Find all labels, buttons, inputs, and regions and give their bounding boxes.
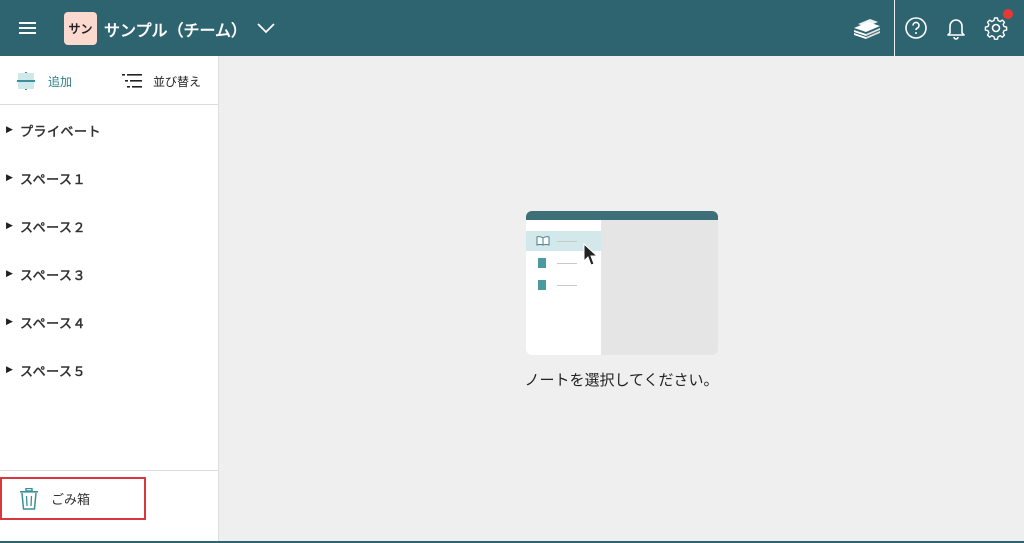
tree-item-label: スペース１ bbox=[20, 172, 86, 188]
main-content: ノートを選択してください。 bbox=[219, 56, 1024, 543]
empty-state-illustration bbox=[526, 211, 718, 355]
add-button[interactable]: 追加 bbox=[16, 70, 72, 92]
expand-arrow-icon[interactable]: ▶ bbox=[6, 221, 20, 231]
hamburger-menu-icon[interactable] bbox=[16, 16, 40, 40]
tree-item-space-3[interactable]: ▶ スペース３ bbox=[0, 250, 218, 298]
top-bar: サン サンプル（チーム） bbox=[0, 0, 1024, 56]
team-name[interactable]: サンプル（チーム） bbox=[104, 17, 247, 41]
tree-item-label: スペース４ bbox=[20, 316, 86, 332]
sidebar-actions: 追加 並び替え bbox=[0, 56, 218, 105]
expand-arrow-icon[interactable]: ▶ bbox=[6, 269, 20, 279]
expand-arrow-icon[interactable]: ▶ bbox=[6, 173, 20, 183]
open-book-icon bbox=[536, 236, 550, 246]
plus-icon bbox=[16, 71, 36, 91]
empty-state-message: ノートを選択してください。 bbox=[524, 371, 719, 389]
gear-icon[interactable] bbox=[984, 15, 1008, 41]
tree-item-space-2[interactable]: ▶ スペース２ bbox=[0, 202, 218, 250]
notification-dot bbox=[1003, 9, 1013, 19]
sidebar: 追加 並び替え ▶ プライベート ▶ スペース１ ▶ スペース２ ▶ スペース３… bbox=[0, 56, 219, 543]
trash-label: ごみ箱 bbox=[51, 493, 91, 508]
add-label: 追加 bbox=[48, 74, 73, 89]
trash-button[interactable]: ごみ箱 bbox=[0, 477, 146, 520]
tree-item-space-1[interactable]: ▶ スペース１ bbox=[0, 154, 218, 202]
expand-arrow-icon[interactable]: ▶ bbox=[6, 317, 20, 327]
trash-icon bbox=[20, 487, 38, 510]
tree-item-private[interactable]: ▶ プライベート bbox=[0, 106, 218, 154]
tree-item-space-4[interactable]: ▶ スペース４ bbox=[0, 298, 218, 346]
space-tree: ▶ プライベート ▶ スペース１ ▶ スペース２ ▶ スペース３ ▶ スペース４… bbox=[0, 106, 218, 394]
cursor-icon bbox=[583, 243, 599, 266]
trash-area: ごみ箱 bbox=[0, 470, 218, 543]
tree-item-label: スペース３ bbox=[20, 268, 86, 284]
bell-icon[interactable] bbox=[945, 16, 967, 40]
help-circle-icon[interactable] bbox=[904, 16, 928, 40]
expand-arrow-icon[interactable]: ▶ bbox=[6, 125, 20, 135]
tree-item-label: プライベート bbox=[20, 124, 102, 140]
tree-item-label: スペース５ bbox=[20, 364, 86, 380]
sort-label: 並び替え bbox=[153, 74, 202, 89]
sort-icon bbox=[122, 74, 142, 88]
tree-item-space-5[interactable]: ▶ スペース５ bbox=[0, 346, 218, 394]
stack-icon[interactable] bbox=[852, 14, 882, 42]
sort-button[interactable]: 並び替え bbox=[121, 70, 201, 92]
expand-arrow-icon[interactable]: ▶ bbox=[6, 365, 20, 375]
chevron-down-icon[interactable] bbox=[255, 18, 277, 38]
team-avatar[interactable]: サン bbox=[64, 12, 97, 45]
tree-item-label: スペース２ bbox=[20, 220, 86, 236]
header-divider bbox=[894, 0, 895, 56]
